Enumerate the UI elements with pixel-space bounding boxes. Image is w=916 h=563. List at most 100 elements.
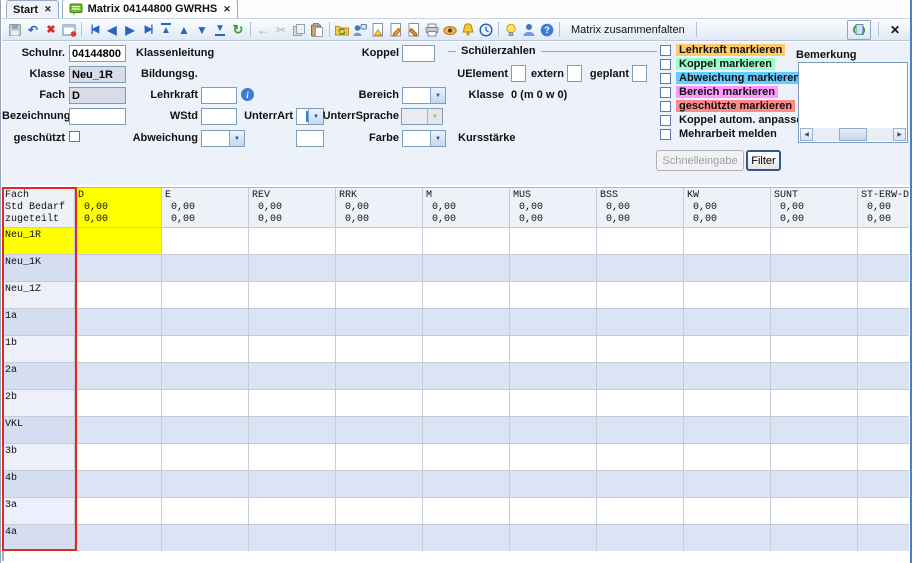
nav-first-icon[interactable]: |◀ bbox=[85, 21, 103, 38]
info-icon[interactable]: i bbox=[241, 88, 254, 101]
cell-1a-E[interactable] bbox=[162, 309, 249, 336]
cell-4b-REV[interactable] bbox=[249, 471, 336, 498]
cell-1b-BSS[interactable] bbox=[597, 336, 684, 363]
cell-4a-D[interactable] bbox=[75, 525, 162, 551]
fach-input[interactable] bbox=[69, 87, 126, 104]
cell-VKL-SUNT[interactable] bbox=[771, 417, 858, 444]
cell-3a-BSS[interactable] bbox=[597, 498, 684, 525]
tab-matrix-close-icon[interactable]: ✕ bbox=[223, 4, 231, 15]
cell-1b-SUNT[interactable] bbox=[771, 336, 858, 363]
column-header-RRK[interactable]: RRK0,000,00 bbox=[336, 188, 423, 228]
marker-checkbox-1[interactable] bbox=[660, 59, 671, 70]
cell-4b-SUNT[interactable] bbox=[771, 471, 858, 498]
cell-1b-E[interactable] bbox=[162, 336, 249, 363]
row-header-2b[interactable]: 2b bbox=[2, 390, 75, 417]
marker-checkbox-6[interactable] bbox=[660, 129, 671, 140]
scroll-right-icon[interactable]: ▶ bbox=[893, 128, 906, 141]
scroll-left-icon[interactable]: ◀ bbox=[800, 128, 813, 141]
row-header-Neu_1Z[interactable]: Neu_1Z bbox=[2, 282, 75, 309]
lehrkraft-input[interactable] bbox=[201, 87, 237, 104]
view-refresh-button[interactable] bbox=[847, 20, 871, 40]
column-header-SUNT[interactable]: SUNT0,000,00 bbox=[771, 188, 858, 228]
document-write-icon[interactable] bbox=[405, 21, 423, 38]
cell-1b-MUS[interactable] bbox=[510, 336, 597, 363]
cell-1a-REV[interactable] bbox=[249, 309, 336, 336]
row-header-3b[interactable]: 3b bbox=[2, 444, 75, 471]
cell-2b-M[interactable] bbox=[423, 390, 510, 417]
cell-3a-ST-ERW-DM[interactable] bbox=[858, 498, 909, 525]
cell-VKL-D[interactable] bbox=[75, 417, 162, 444]
filter-button[interactable]: Filter bbox=[746, 150, 781, 171]
bezeichnung-input[interactable] bbox=[69, 108, 126, 125]
cell-2a-M[interactable] bbox=[423, 363, 510, 390]
column-header-KW[interactable]: KW0,000,00 bbox=[684, 188, 771, 228]
nav-up-icon[interactable]: ▲ bbox=[175, 21, 193, 38]
cell-Neu_1R-MUS[interactable] bbox=[510, 228, 597, 255]
help-icon[interactable]: ? bbox=[538, 21, 556, 38]
cell-2a-D[interactable] bbox=[75, 363, 162, 390]
cell-4b-BSS[interactable] bbox=[597, 471, 684, 498]
cell-1a-MUS[interactable] bbox=[510, 309, 597, 336]
delete-icon[interactable]: ✖ bbox=[42, 21, 60, 38]
panel-close-icon[interactable]: ✕ bbox=[886, 23, 904, 37]
cell-4a-M[interactable] bbox=[423, 525, 510, 551]
document-edit-icon[interactable] bbox=[387, 21, 405, 38]
cell-2a-MUS[interactable] bbox=[510, 363, 597, 390]
chevron-down-icon[interactable]: ▼ bbox=[430, 131, 445, 146]
cell-3b-RRK[interactable] bbox=[336, 444, 423, 471]
cell-3b-M[interactable] bbox=[423, 444, 510, 471]
tab-start[interactable]: Start ✕ bbox=[6, 0, 59, 18]
cell-1a-BSS[interactable] bbox=[597, 309, 684, 336]
paste-icon[interactable] bbox=[308, 21, 326, 38]
cell-3b-E[interactable] bbox=[162, 444, 249, 471]
cell-3b-ST-ERW-DM[interactable] bbox=[858, 444, 909, 471]
cell-Neu_1Z-ST-ERW-DM[interactable] bbox=[858, 282, 909, 309]
nav-last-icon[interactable]: ▶| bbox=[139, 21, 157, 38]
clock-icon[interactable] bbox=[477, 21, 495, 38]
marker-checkbox-0[interactable] bbox=[660, 45, 671, 56]
cell-Neu_1Z-MUS[interactable] bbox=[510, 282, 597, 309]
cell-4b-D[interactable] bbox=[75, 471, 162, 498]
cell-4a-ST-ERW-DM[interactable] bbox=[858, 525, 909, 551]
cell-Neu_1Z-E[interactable] bbox=[162, 282, 249, 309]
cell-3a-E[interactable] bbox=[162, 498, 249, 525]
user-comment-icon[interactable] bbox=[351, 21, 369, 38]
cell-4a-KW[interactable] bbox=[684, 525, 771, 551]
schnelleingabe-button[interactable]: Schnelleingabe bbox=[656, 150, 744, 171]
cell-Neu_1R-BSS[interactable] bbox=[597, 228, 684, 255]
cell-VKL-REV[interactable] bbox=[249, 417, 336, 444]
copy-icon[interactable] bbox=[290, 21, 308, 38]
cell-1a-ST-ERW-DM[interactable] bbox=[858, 309, 909, 336]
cell-Neu_1R-RRK[interactable] bbox=[336, 228, 423, 255]
cell-2a-E[interactable] bbox=[162, 363, 249, 390]
cell-2b-ST-ERW-DM[interactable] bbox=[858, 390, 909, 417]
unterrart-value-input[interactable] bbox=[296, 130, 324, 147]
row-header-1b[interactable]: 1b bbox=[2, 336, 75, 363]
schulnr-input[interactable] bbox=[69, 45, 126, 62]
cell-4a-BSS[interactable] bbox=[597, 525, 684, 551]
cell-4b-KW[interactable] bbox=[684, 471, 771, 498]
cell-2b-MUS[interactable] bbox=[510, 390, 597, 417]
cell-Neu_1R-D[interactable] bbox=[75, 228, 162, 255]
cell-Neu_1K-KW[interactable] bbox=[684, 255, 771, 282]
chevron-down-icon[interactable]: ▼ bbox=[229, 131, 244, 146]
cell-1b-KW[interactable] bbox=[684, 336, 771, 363]
cell-1a-RRK[interactable] bbox=[336, 309, 423, 336]
cell-Neu_1Z-BSS[interactable] bbox=[597, 282, 684, 309]
cell-Neu_1K-RRK[interactable] bbox=[336, 255, 423, 282]
bemerkung-scrollbar[interactable]: ◀ ▶ bbox=[800, 128, 906, 141]
koppel-input[interactable] bbox=[402, 45, 435, 62]
cell-VKL-MUS[interactable] bbox=[510, 417, 597, 444]
cell-4a-SUNT[interactable] bbox=[771, 525, 858, 551]
cell-1b-RRK[interactable] bbox=[336, 336, 423, 363]
form-edit-icon[interactable] bbox=[60, 21, 78, 38]
bell-icon[interactable] bbox=[459, 21, 477, 38]
user-icon[interactable] bbox=[520, 21, 538, 38]
cell-Neu_1R-ST-ERW-DM[interactable] bbox=[858, 228, 909, 255]
marker-checkbox-4[interactable] bbox=[660, 101, 671, 112]
bemerkung-textarea[interactable]: ◀ ▶ bbox=[798, 62, 908, 143]
marker-checkbox-2[interactable] bbox=[660, 73, 671, 84]
cell-Neu_1Z-D[interactable] bbox=[75, 282, 162, 309]
cell-2a-SUNT[interactable] bbox=[771, 363, 858, 390]
cell-2a-RRK[interactable] bbox=[336, 363, 423, 390]
